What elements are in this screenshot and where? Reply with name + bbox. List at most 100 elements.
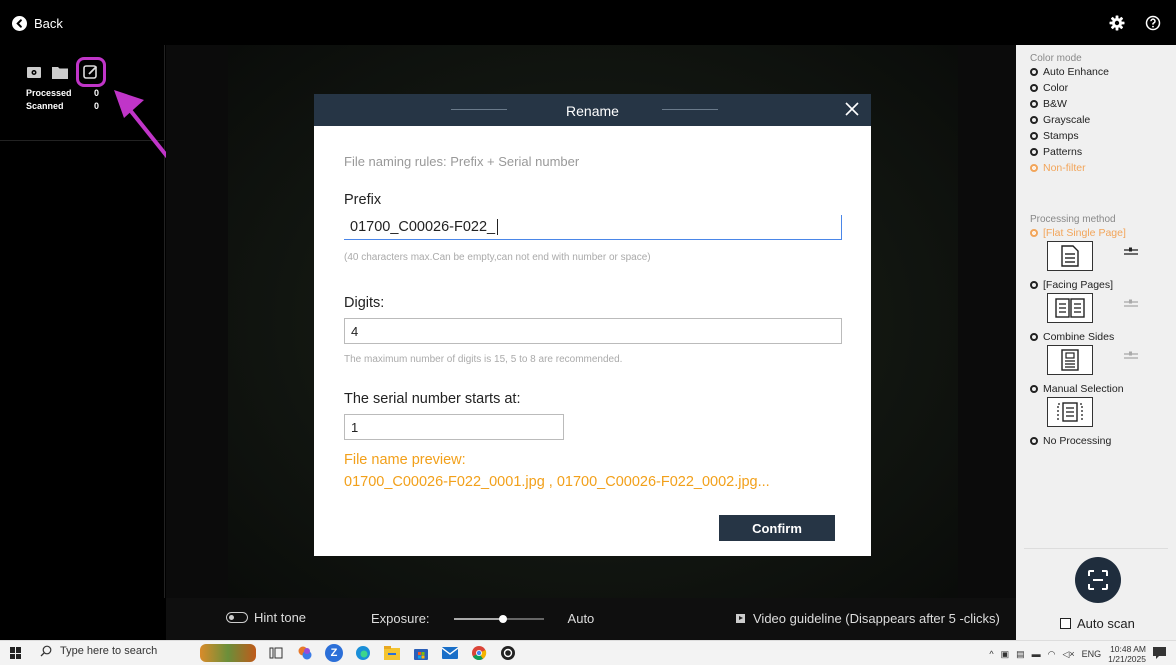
taskbar-apps: Z [200,644,517,662]
back-arrow-icon [12,15,27,31]
toggle-switch-icon[interactable] [226,612,248,623]
battery-icon[interactable]: ▬ [1032,649,1041,659]
network-icon[interactable]: ◠ [1048,649,1056,660]
option-label: Patterns [1043,146,1083,158]
zoom-app-icon[interactable]: Z [325,644,343,662]
radio-icon[interactable] [1030,148,1038,156]
radio-icon[interactable] [1030,437,1038,445]
language-indicator[interactable]: ENG [1082,649,1102,659]
volume-icon[interactable]: ◁× [1062,649,1074,660]
help-icon[interactable] [1144,14,1162,32]
video-guideline[interactable]: Video guideline (Disappears after 5 -cli… [736,611,1000,626]
color-modes-option[interactable]: Auto Enhance [1030,64,1176,80]
radio-icon[interactable] [1030,164,1038,172]
prefix-input[interactable]: 01700_C00026-F022_ [344,215,842,240]
proc-list-option[interactable]: No Processing [1030,433,1176,449]
serial-start-label: The serial number starts at: [344,391,521,407]
prefix-hint: (40 characters max.Can be empty,can not … [344,252,651,263]
color-modes-option[interactable]: B&W [1030,96,1176,112]
adjust-settings-icon[interactable] [1124,299,1138,309]
rename-dialog: Rename File naming rules: Prefix + Seria… [314,94,871,556]
right-panel-divider [1024,548,1168,549]
video-guideline-label: Video guideline (Disappears after 5 -cli… [753,611,1000,626]
camera-settings-icon[interactable] [26,65,42,79]
bottom-control-bar: Hint tone Exposure: Auto Video guideline… [166,598,1016,640]
option-label: Auto Enhance [1043,66,1109,78]
exposure-control: Exposure: Auto [371,611,594,626]
viewport-margin-left [166,45,228,598]
exposure-slider[interactable] [453,614,544,623]
radio-icon[interactable] [1030,100,1038,108]
radio-icon[interactable] [1030,333,1038,341]
processing-preview-wrap [1016,345,1176,379]
option-label: [Flat Single Page] [1043,227,1126,239]
radio-icon[interactable] [1030,385,1038,393]
processing-preview-icon[interactable] [1047,241,1093,271]
proc-list-option[interactable]: Manual Selection [1030,381,1176,397]
rename-edit-button[interactable] [76,57,106,87]
proc-list-option[interactable]: [Flat Single Page] [1030,225,1176,241]
color-mode-title: Color mode [1030,53,1082,64]
auto-scan-option[interactable]: Auto scan [1060,616,1135,631]
processing-preview-icon[interactable] [1047,345,1093,375]
rename-dialog-header: Rename [314,94,871,126]
proc-list-option[interactable]: Combine Sides [1030,329,1176,345]
windows-start-icon[interactable] [10,647,22,659]
scan-button[interactable] [1075,557,1121,603]
radio-icon[interactable] [1030,68,1038,76]
adjust-settings-icon[interactable] [1124,247,1138,257]
proc-list-option[interactable]: [Facing Pages] [1030,277,1176,293]
file-name-preview-label: File name preview: [344,452,466,468]
copilot-icon[interactable] [296,644,314,662]
processing-preview-icon[interactable] [1047,293,1093,323]
hint-tone-toggle[interactable]: Hint tone [226,610,306,625]
edge-browser-icon[interactable] [354,644,372,662]
processing-method-list: [Flat Single Page] [Facing Pages] Combine … [1016,225,1176,449]
exposure-slider-knob[interactable] [499,614,508,623]
color-modes-option[interactable]: Patterns [1030,144,1176,160]
exposure-mode[interactable]: Auto [568,611,595,626]
mail-icon[interactable] [441,644,459,662]
processing-preview-icon[interactable] [1047,397,1093,427]
show-hidden-icons-icon[interactable]: ^ [989,649,993,659]
tray-app-icon[interactable]: ▣ [1001,649,1010,660]
radio-icon[interactable] [1030,84,1038,92]
confirm-button[interactable]: Confirm [719,515,835,541]
radio-icon[interactable] [1030,132,1038,140]
option-label: Color [1043,82,1069,94]
radio-icon[interactable] [1030,229,1038,237]
chrome-browser-icon[interactable] [470,644,488,662]
radio-icon[interactable] [1030,281,1038,289]
scanned-label: Scanned [26,101,64,111]
color-modes-option[interactable]: Color [1030,80,1176,96]
scanner-app-icon[interactable] [499,644,517,662]
settings-gear-icon[interactable] [1108,14,1126,32]
color-modes-option[interactable]: Non-filter [1030,160,1176,176]
system-tray: ^ ▣ ▤ ▬ ◠ ◁× ENG 10:48 AM 1/21/2025 [989,644,1166,664]
notifications-icon[interactable] [1153,647,1166,661]
top-bar: Back [0,0,1176,40]
auto-scan-checkbox[interactable] [1060,618,1071,629]
microsoft-store-icon[interactable] [412,644,430,662]
color-modes-option[interactable]: Grayscale [1030,112,1176,128]
close-icon[interactable] [843,100,861,118]
meet-now-icon[interactable]: ▤ [1016,649,1025,660]
option-label: B&W [1043,98,1067,110]
color-modes-option[interactable]: Stamps [1030,128,1176,144]
color-mode-list: Auto Enhance Color B&W Grayscale Stamps Patte… [1016,64,1176,176]
task-view-icon[interactable] [267,644,285,662]
processed-count: 0 [94,88,100,98]
radio-icon[interactable] [1030,116,1038,124]
taskbar-clock[interactable]: 10:48 AM 1/21/2025 [1108,644,1146,664]
digits-label: Digits: [344,295,385,311]
option-label: Grayscale [1043,114,1091,126]
back-button[interactable]: Back [12,14,63,32]
weather-widget-icon[interactable] [200,644,256,662]
folder-icon[interactable] [52,65,68,79]
prefix-value: 01700_C00026-F022_ [350,219,496,235]
taskbar-search[interactable]: Type here to search [40,645,157,657]
digits-input[interactable]: 4 [344,318,842,344]
adjust-settings-icon[interactable] [1124,351,1138,361]
serial-start-input[interactable]: 1 [344,414,564,440]
file-explorer-icon[interactable] [383,644,401,662]
